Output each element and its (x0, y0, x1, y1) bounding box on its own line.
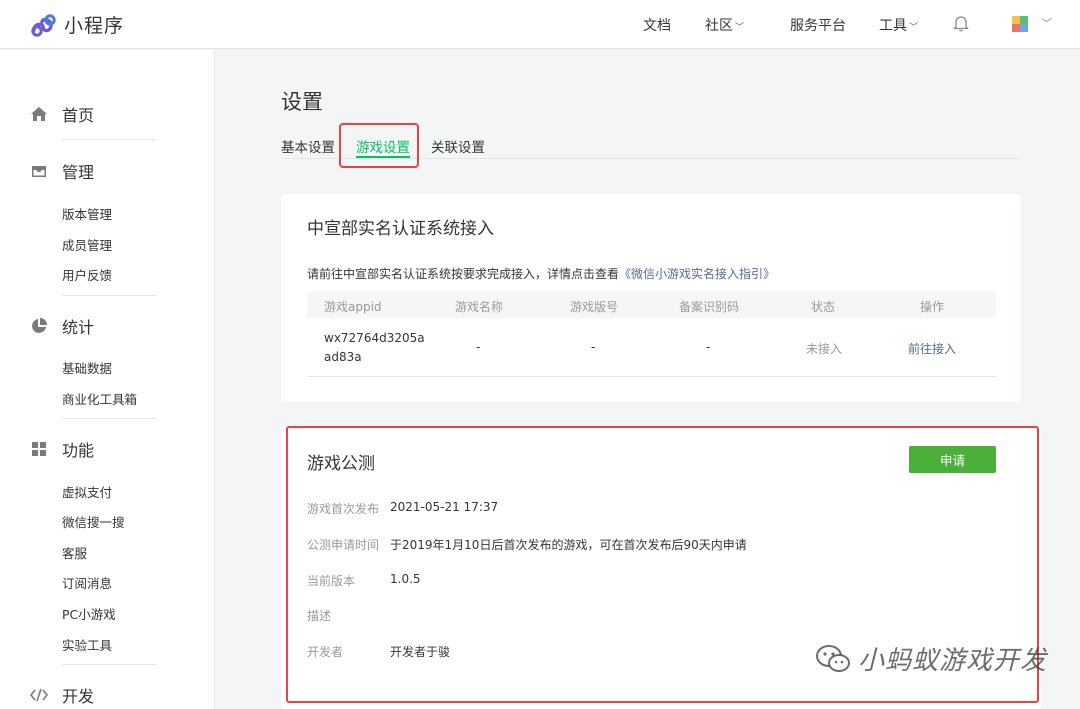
home-icon (30, 105, 48, 123)
chevron-down-icon: ﹀ (735, 23, 745, 33)
sidebar-item-basic-data[interactable]: 基础数据 (62, 358, 112, 377)
sidebar-item-customer-service[interactable]: 客服 (62, 543, 87, 562)
sidebar-group-label: 管理 (62, 163, 95, 182)
sidebar-item-member-management[interactable]: 成员管理 (62, 235, 112, 254)
description-text: 请前往中宣部实名认证系统按要求完成接入，详情点击查看 (307, 267, 620, 281)
page-title: 设置 (281, 90, 323, 114)
sidebar-item-subscription-message[interactable]: 订阅消息 (62, 573, 112, 592)
sidebar-item-monetization-toolbox[interactable]: 商业化工具箱 (62, 389, 137, 408)
sidebar-group-develop[interactable]: 开发 (30, 683, 94, 707)
miniprogram-logo-icon (31, 13, 56, 37)
wechat-icon (816, 644, 850, 672)
top-navbar: 小程序 文档 社区 ﹀ 服务平台 工具 ﹀ ﹀ (0, 0, 1080, 49)
tab-association-settings[interactable]: 关联设置 (431, 136, 485, 156)
sidebar-group-label: 功能 (62, 441, 95, 460)
sidebar-divider (62, 418, 156, 419)
cell-game-name: - (476, 340, 481, 354)
nav-community-label: 社区 (705, 18, 733, 34)
sidebar-group-label: 开发 (62, 687, 95, 706)
chevron-down-icon: ﹀ (909, 23, 919, 33)
realname-auth-title: 中宣部实名认证系统接入 (307, 219, 494, 239)
cell-status: 未接入 (806, 342, 843, 356)
watermark: 小蚂蚁游戏开发 (814, 640, 1047, 677)
column-header-status: 状态 (811, 300, 836, 314)
inbox-icon (30, 162, 48, 180)
nav-tools[interactable]: 工具 ﹀ (879, 15, 918, 35)
avatar-cell (1020, 24, 1028, 32)
cell-appid-line2: ad83a (324, 350, 362, 364)
table-row-divider (307, 376, 996, 377)
nav-docs[interactable]: 文档 (643, 15, 671, 35)
sidebar-item-experiment-tools[interactable]: 实验工具 (62, 635, 112, 654)
nav-tools-label: 工具 (879, 18, 907, 34)
avatar-cell (1020, 16, 1028, 24)
nav-community[interactable]: 社区 ﹀ (705, 15, 744, 35)
chevron-down-icon[interactable]: ﹀ (1041, 15, 1052, 31)
code-icon (30, 686, 48, 704)
sidebar-item-label: 首页 (62, 106, 95, 125)
sidebar-divider (62, 295, 156, 296)
cell-appid-line1: wx72764d3205a (324, 331, 425, 345)
sidebar-group-label: 统计 (62, 318, 95, 337)
sidebar-item-wechat-search[interactable]: 微信搜一搜 (62, 512, 125, 531)
avatar-cell (1012, 24, 1020, 32)
sidebar-item-user-feedback[interactable]: 用户反馈 (62, 265, 112, 284)
watermark-text: 小蚂蚁游戏开发 (858, 646, 1048, 676)
sidebar-item-virtual-payment[interactable]: 虚拟支付 (62, 482, 112, 501)
column-header-appid: 游戏appid (324, 300, 382, 314)
sidebar-group-manage[interactable]: 管理 (30, 159, 94, 183)
sidebar-divider (62, 664, 156, 665)
avatar[interactable] (1012, 16, 1028, 32)
nav-service-platform[interactable]: 服务平台 (790, 15, 846, 35)
sidebar-group-features[interactable]: 功能 (30, 437, 94, 461)
column-header-record-code: 备案识别码 (679, 300, 740, 314)
sidebar-item-pc-minigame[interactable]: PC小游戏 (62, 604, 116, 623)
realname-auth-description: 请前往中宣部实名认证系统按要求完成接入，详情点击查看《微信小游戏实名接入指引》 (307, 265, 775, 282)
grid-icon (30, 440, 48, 458)
column-header-game-name: 游戏名称 (455, 300, 504, 314)
go-access-link[interactable]: 前往接入 (908, 340, 956, 357)
tab-basic-settings[interactable]: 基本设置 (281, 136, 335, 156)
bell-icon[interactable] (953, 14, 969, 32)
app-name: 小程序 (64, 15, 125, 37)
access-guide-link[interactable]: 《微信小游戏实名接入指引》 (619, 267, 775, 281)
table-header (307, 291, 996, 318)
sidebar-item-home[interactable]: 首页 (30, 102, 94, 126)
sidebar-item-version-management[interactable]: 版本管理 (62, 204, 112, 223)
column-header-action: 操作 (920, 300, 945, 314)
column-header-license: 游戏版号 (570, 300, 619, 314)
pie-chart-icon (30, 317, 48, 335)
sidebar-group-stats[interactable]: 统计 (30, 314, 94, 338)
cell-license: - (591, 340, 596, 354)
highlight-annotation-box (339, 123, 419, 168)
avatar-cell (1012, 16, 1020, 24)
logo[interactable]: 小程序 (30, 11, 124, 38)
cell-record-code: - (706, 340, 711, 354)
sidebar-divider (62, 139, 156, 140)
